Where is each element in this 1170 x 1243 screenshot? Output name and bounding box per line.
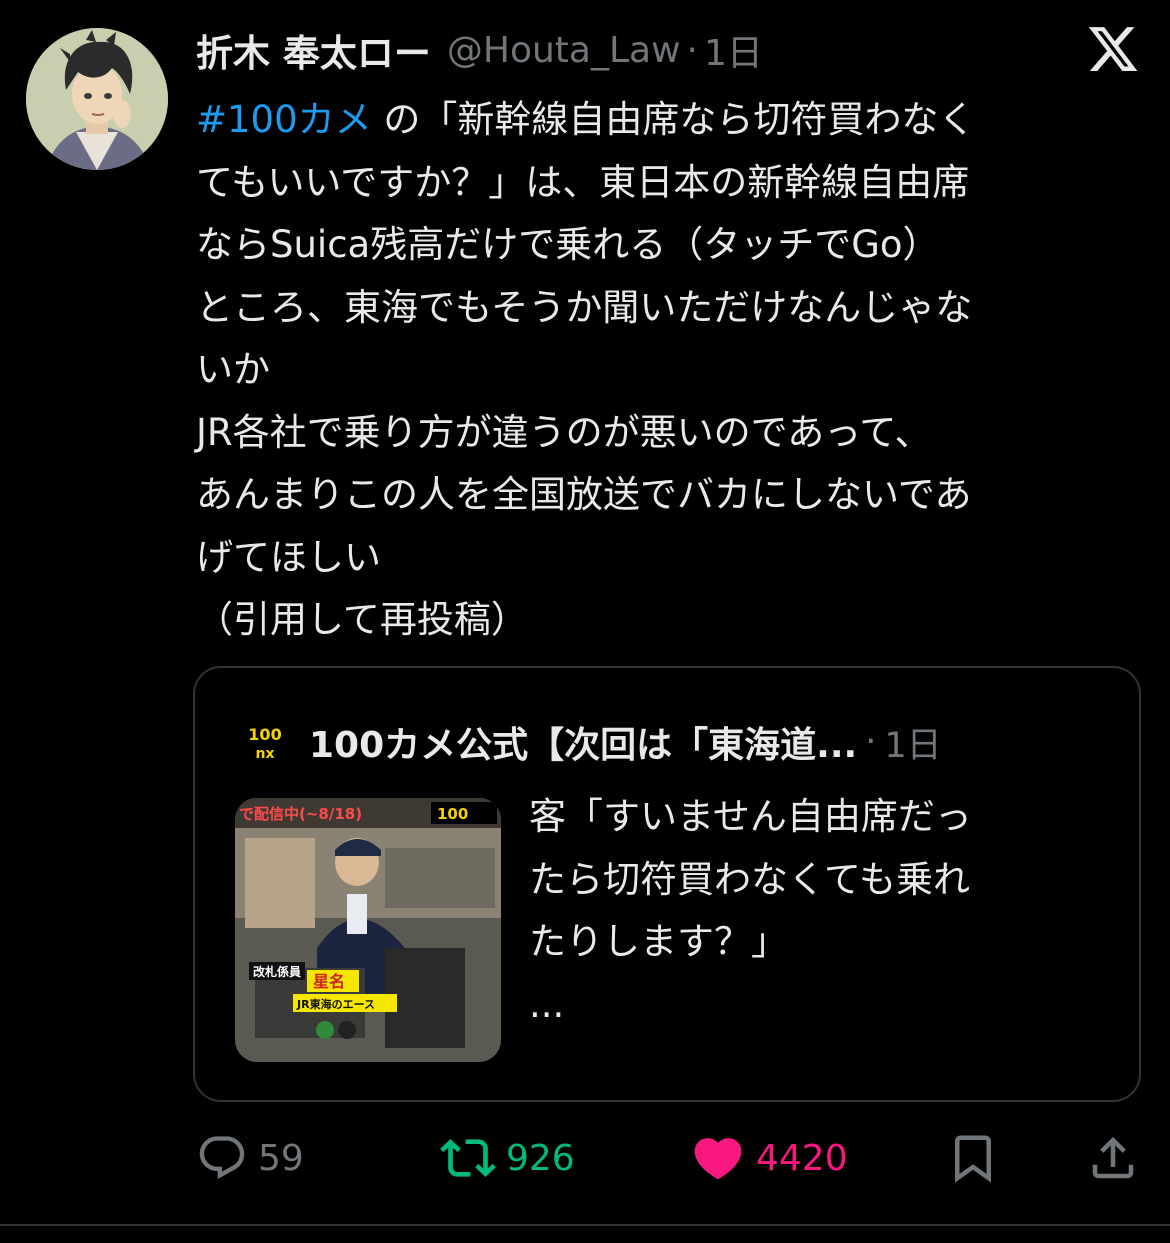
share-icon bbox=[1092, 1136, 1134, 1179]
quote-post-time[interactable]: 1日 bbox=[884, 717, 941, 768]
svg-text:nx: nx bbox=[256, 746, 275, 762]
bottom-divider bbox=[0, 1224, 1170, 1226]
author-avatar[interactable] bbox=[26, 28, 168, 170]
quote-text: 客「すいません自由席だっ たら切符買わなくても乗れ たりします？」 ... bbox=[529, 795, 972, 1026]
quote-thumbnail-image[interactable]: で配信中(~8/18) 100 改札係員 星名 JR東海のエース bbox=[235, 798, 501, 1062]
thumbnail-logo-text: 100 bbox=[437, 805, 468, 823]
bookmark-icon bbox=[955, 1135, 991, 1183]
separator-dot: · bbox=[686, 29, 698, 71]
repost-button[interactable]: 926 bbox=[440, 1128, 575, 1188]
author-handle[interactable]: @Houta_Law bbox=[447, 30, 681, 71]
heart-icon bbox=[694, 1138, 742, 1180]
x-logo-icon[interactable] bbox=[1086, 22, 1140, 76]
like-button[interactable]: 4420 bbox=[690, 1128, 848, 1188]
bookmark-button[interactable] bbox=[946, 1128, 1000, 1188]
thumbnail-caption-name: 星名 bbox=[313, 972, 345, 991]
quote-header: 100 nx 100カメ公式【次回は「東海道... · 1日 bbox=[243, 716, 942, 768]
thumbnail-caption-role: 改札係員 bbox=[253, 964, 301, 979]
tweet-body: の「新幹線自由席なら切符買わなく てもいいですか？」は、東日本の新幹線自由席 な… bbox=[196, 98, 976, 641]
author-display-name[interactable]: 折木 奉太ロー bbox=[196, 23, 431, 77]
like-count: 4420 bbox=[756, 1137, 848, 1179]
post-time[interactable]: 1日 bbox=[704, 24, 763, 76]
repost-count: 926 bbox=[506, 1137, 575, 1179]
share-button[interactable] bbox=[1086, 1128, 1140, 1188]
reply-count: 59 bbox=[258, 1137, 304, 1179]
reply-button[interactable]: 59 bbox=[196, 1128, 304, 1188]
action-bar: 59 926 4420 bbox=[0, 1128, 1170, 1188]
svg-text:100: 100 bbox=[248, 725, 281, 744]
quote-separator-dot: · bbox=[865, 722, 877, 762]
reply-icon bbox=[199, 1136, 245, 1180]
tweet-text: #100カメ の「新幹線自由席なら切符買わなく てもいいですか？」は、東日本の新… bbox=[196, 89, 1146, 652]
quote-display-name[interactable]: 100カメ公式【次回は「東海道... bbox=[309, 716, 857, 768]
thumbnail-caption-sub: JR東海のエース bbox=[296, 997, 375, 1011]
quote-avatar: 100 nx bbox=[243, 720, 287, 764]
tweet-header: 折木 奉太ロー @Houta_Law · 1日 bbox=[196, 22, 763, 78]
repost-icon bbox=[440, 1139, 496, 1177]
hashtag-link[interactable]: #100カメ bbox=[196, 98, 372, 141]
quoted-tweet-card[interactable]: 100 nx 100カメ公式【次回は「東海道... · 1日 で配信中(~8/1… bbox=[193, 666, 1141, 1102]
thumbnail-banner-text: で配信中(~8/18) bbox=[239, 805, 362, 823]
